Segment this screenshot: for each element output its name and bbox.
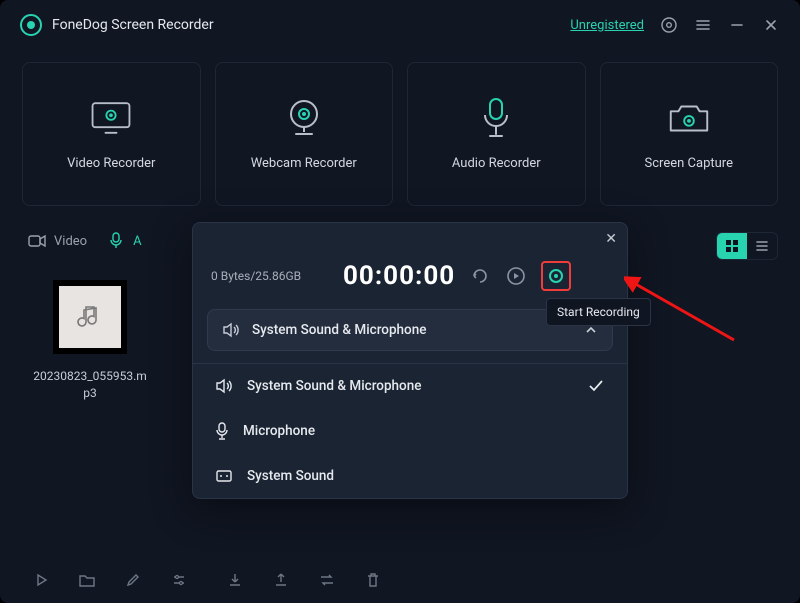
monitor-icon <box>87 98 135 138</box>
audio-source-dropdown: System Sound & Microphone Microphone Sys… <box>193 363 627 498</box>
speaker-icon <box>222 322 240 338</box>
tab-video[interactable]: Video <box>28 232 87 250</box>
list-view-button[interactable] <box>747 233 777 259</box>
view-toggle <box>716 232 778 260</box>
unregistered-link[interactable]: Unregistered <box>570 18 644 33</box>
menu-icon[interactable] <box>694 16 712 34</box>
mode-cards: Video Recorder Webcam Recorder Audio Rec… <box>0 46 800 206</box>
trash-icon[interactable] <box>364 571 382 589</box>
speaker-icon <box>215 378 233 394</box>
dropdown-option-system-sound[interactable]: System Sound <box>193 454 627 498</box>
option-label: Microphone <box>243 423 605 439</box>
brand-logo-icon <box>20 14 42 36</box>
dropdown-option-microphone[interactable]: Microphone <box>193 408 627 454</box>
mode-label: Screen Capture <box>645 156 733 171</box>
timer: 00:00:00 <box>343 261 455 291</box>
music-note-icon <box>75 302 105 332</box>
storage-status: 0 Bytes/25.86GB <box>211 269 329 283</box>
titlebar-actions: Unregistered <box>570 16 780 34</box>
check-icon <box>587 379 605 393</box>
panel-header: 0 Bytes/25.86GB 00:00:00 <box>193 223 627 309</box>
selected-source-label: System Sound & Microphone <box>252 322 572 338</box>
audio-recorder-panel: ✕ 0 Bytes/25.86GB 00:00:00 System Sound … <box>192 222 628 499</box>
tab-audio[interactable]: A <box>107 232 141 250</box>
tab-label: Video <box>54 234 87 249</box>
mode-audio-recorder[interactable]: Audio Recorder <box>407 62 586 206</box>
app-title: FoneDog Screen Recorder <box>52 17 214 33</box>
panel-close-icon[interactable]: ✕ <box>605 231 617 247</box>
mode-label: Webcam Recorder <box>251 156 357 171</box>
mode-screen-capture[interactable]: Screen Capture <box>600 62 779 206</box>
mode-label: Video Recorder <box>67 156 155 171</box>
titlebar: FoneDog Screen Recorder Unregistered <box>0 0 800 46</box>
record-dot-icon <box>549 269 563 283</box>
video-icon <box>28 232 46 250</box>
close-icon[interactable] <box>762 16 780 34</box>
brand: FoneDog Screen Recorder <box>20 14 214 36</box>
chevron-up-icon <box>584 325 598 335</box>
microphone-icon <box>107 232 125 250</box>
minimize-icon[interactable] <box>728 16 746 34</box>
grid-view-button[interactable] <box>717 233 747 259</box>
file-item[interactable]: 20230823_055953.mp3 <box>30 280 150 403</box>
option-label: System Sound <box>247 468 605 484</box>
webcam-icon <box>280 98 328 138</box>
mode-webcam-recorder[interactable]: Webcam Recorder <box>215 62 394 206</box>
folder-icon[interactable] <box>78 571 96 589</box>
import-icon[interactable] <box>226 571 244 589</box>
microphone-icon <box>472 98 520 138</box>
bottom-toolbar <box>0 571 800 589</box>
camera-icon <box>665 98 713 138</box>
start-recording-button[interactable] <box>541 261 571 291</box>
app-window: FoneDog Screen Recorder Unregistered Vid… <box>0 0 800 603</box>
start-recording-tooltip: Start Recording <box>546 298 651 326</box>
convert-icon[interactable] <box>318 571 336 589</box>
tab-label: A <box>133 234 141 249</box>
mode-label: Audio Recorder <box>452 156 541 171</box>
dropdown-option-system-and-mic[interactable]: System Sound & Microphone <box>193 364 627 408</box>
play-icon[interactable] <box>32 571 50 589</box>
mode-video-recorder[interactable]: Video Recorder <box>22 62 201 206</box>
undo-icon[interactable] <box>469 265 491 287</box>
microphone-icon <box>215 422 229 440</box>
play-circle-icon[interactable] <box>505 265 527 287</box>
sliders-icon[interactable] <box>170 571 188 589</box>
export-icon[interactable] <box>272 571 290 589</box>
soundcard-icon <box>215 469 233 483</box>
file-name: 20230823_055953.mp3 <box>30 368 150 403</box>
edit-icon[interactable] <box>124 571 142 589</box>
settings-icon[interactable] <box>660 16 678 34</box>
file-thumbnail <box>53 280 127 354</box>
option-label: System Sound & Microphone <box>247 378 573 394</box>
